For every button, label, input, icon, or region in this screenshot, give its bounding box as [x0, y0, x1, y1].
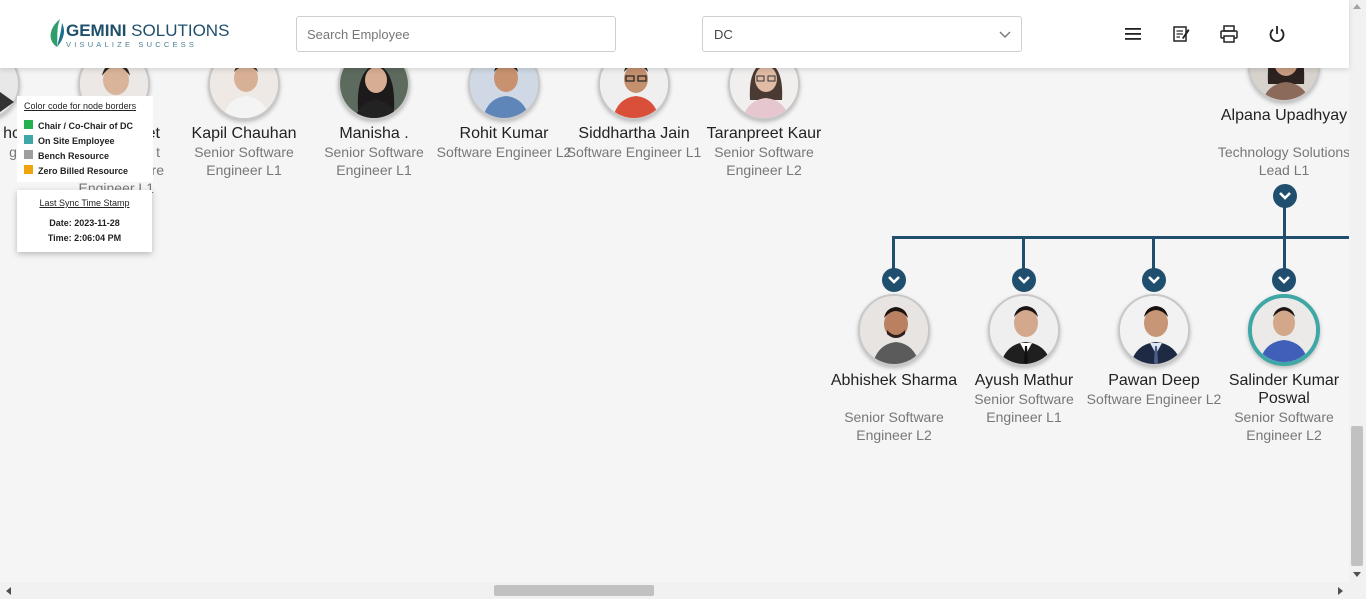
scroll-right-arrow-icon[interactable]	[1337, 586, 1345, 596]
avatar	[988, 294, 1060, 366]
connector-line	[1152, 236, 1155, 270]
leaf-logo-icon	[50, 19, 65, 47]
employee-title: Senior Software Engineer L2	[844, 409, 944, 443]
sync-time: Time: 2:06:04 PM	[47, 233, 122, 243]
employee-name: Pawan Deep	[1108, 372, 1200, 389]
employee-title: Senior Software Engineer L1	[194, 144, 294, 178]
connector-line	[1283, 206, 1286, 239]
employee-name: Taranpreet Kaur	[706, 125, 822, 142]
employee-title: Senior Software Engineer L2	[1234, 409, 1334, 443]
border-color-legend: Color code for node borders Chair / Co-C…	[17, 96, 153, 182]
search-employee-input[interactable]	[296, 16, 616, 52]
last-sync-panel: Last Sync Time Stamp Date: 2023-11-28 Ti…	[17, 190, 152, 252]
sync-date: Date: 2023-11-28	[49, 218, 120, 228]
employee-name: Manisha .	[339, 125, 409, 142]
color-swatch	[24, 120, 33, 129]
legend-label: Chair / Co-Chair of DC	[38, 121, 134, 131]
color-swatch	[24, 165, 33, 174]
employee-title: Senior Software Engineer L1	[324, 144, 424, 178]
scroll-left-arrow-icon[interactable]	[4, 586, 12, 596]
chevron-down-icon	[1278, 276, 1290, 284]
horizontal-scrollbar-thumb[interactable]	[494, 585, 654, 596]
legend-label: Zero Billed Resource	[38, 166, 129, 176]
connector-line	[892, 236, 895, 270]
scroll-up-arrow-icon[interactable]	[1352, 2, 1362, 10]
connector-line	[892, 236, 1349, 239]
employee-name: Rohit Kumar	[459, 125, 549, 142]
gemini-solutions-logo[interactable]: GEMINI SOLUTIONS VISUALIZE SUCCESS	[46, 17, 229, 51]
person-photo	[1120, 296, 1188, 364]
legend-title: Color code for node borders	[24, 101, 137, 111]
employee-name: Kapil Chauhan	[191, 125, 297, 142]
employee-title: Senior Software Engineer L1	[974, 391, 1074, 425]
logo-wordmark: GEMINI SOLUTIONS	[66, 21, 230, 40]
department-dropdown[interactable]: DC	[702, 16, 1022, 52]
legend-label: Bench Resource	[38, 151, 110, 161]
avatar	[1118, 294, 1190, 366]
chevron-down-icon	[1279, 192, 1291, 200]
employee-name: Abhishek Sharma	[830, 372, 958, 389]
color-swatch	[24, 135, 33, 144]
expand-collapse-button[interactable]	[1012, 268, 1036, 292]
chevron-down-icon	[1018, 276, 1030, 284]
top-header: GEMINI SOLUTIONS VISUALIZE SUCCESS DC	[0, 0, 1349, 68]
print-icon[interactable]	[1219, 24, 1239, 44]
expand-collapse-button[interactable]	[1273, 184, 1297, 208]
avatar-on-site-border	[1248, 294, 1320, 366]
employee-title: Software Engineer L1	[566, 144, 702, 160]
chevron-down-icon	[999, 31, 1011, 38]
connector-line	[1022, 236, 1025, 270]
avatar	[858, 294, 930, 366]
person-photo	[860, 296, 928, 364]
expand-collapse-button[interactable]	[882, 268, 906, 292]
sync-title: Last Sync Time Stamp	[39, 198, 130, 208]
logo-tagline: VISUALIZE SUCCESS	[66, 40, 198, 49]
employee-title: Software Engineer L2	[436, 144, 572, 160]
scroll-down-arrow-icon[interactable]	[1352, 571, 1362, 579]
notes-icon[interactable]	[1171, 24, 1191, 44]
employee-name: Salinder Kumar Poswal	[1228, 372, 1340, 407]
menu-icon[interactable]	[1123, 24, 1143, 44]
color-swatch	[24, 150, 33, 159]
power-icon[interactable]	[1267, 24, 1287, 44]
employee-name: Alpana Upadhyay	[1220, 107, 1348, 124]
person-photo	[990, 296, 1058, 364]
vertical-scrollbar-thumb[interactable]	[1351, 426, 1363, 566]
chevron-down-icon	[888, 276, 900, 284]
employee-name: Siddhartha Jain	[578, 125, 690, 142]
employee-title: Senior Software Engineer L2	[714, 144, 814, 178]
person-photo	[1252, 298, 1316, 362]
chevron-down-icon	[1148, 276, 1160, 284]
horizontal-scrollbar[interactable]	[0, 582, 1366, 599]
collapse-arrow-icon[interactable]	[0, 92, 14, 112]
legend-label: On Site Employee	[38, 136, 115, 146]
dropdown-selected-value: DC	[714, 27, 733, 42]
employee-title: Software Engineer L2	[1086, 391, 1222, 407]
connector-line	[1283, 236, 1286, 270]
employee-title: Technology Solutions Lead L1	[1217, 144, 1351, 178]
expand-collapse-button[interactable]	[1142, 268, 1166, 292]
employee-name: Ayush Mathur	[974, 372, 1074, 389]
expand-collapse-button[interactable]	[1272, 268, 1296, 292]
